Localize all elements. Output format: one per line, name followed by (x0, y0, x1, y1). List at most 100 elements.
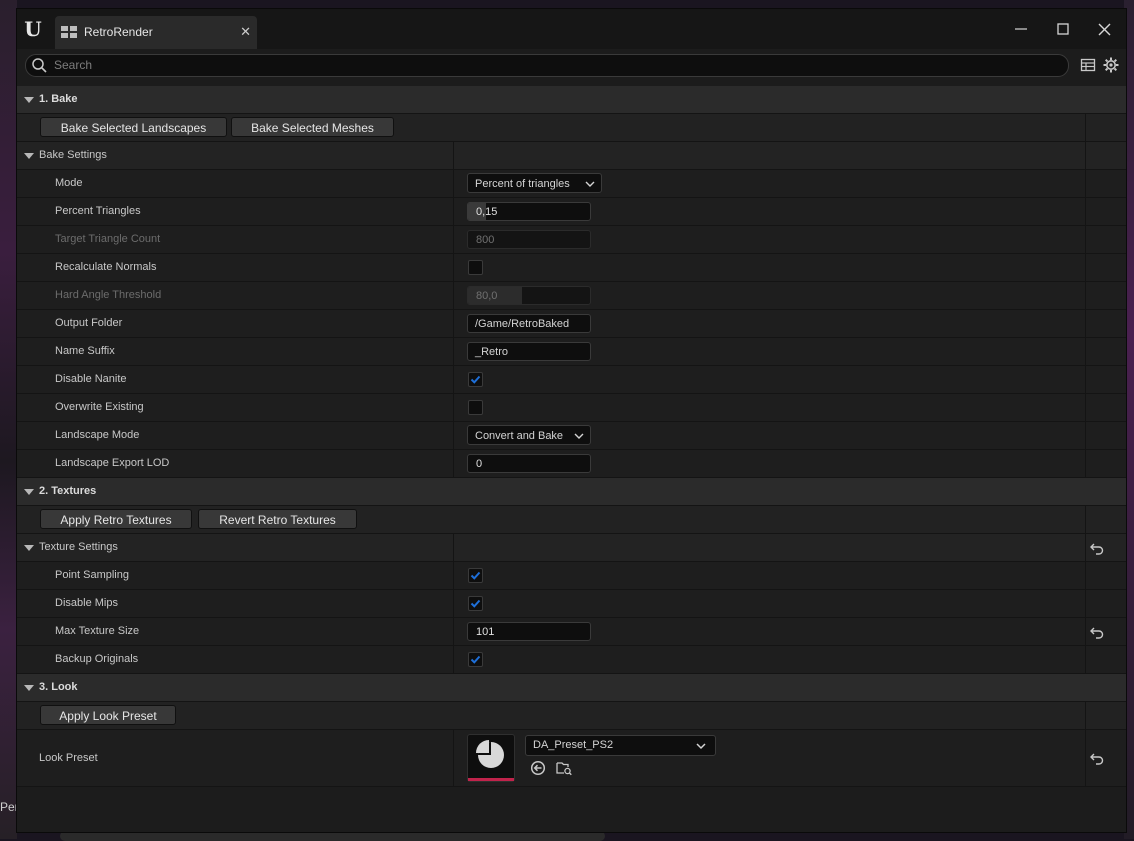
max-texture-size-spinbox[interactable]: 101 (467, 622, 591, 641)
spinbox-value: 0 (476, 458, 483, 470)
column-divider (453, 590, 454, 617)
revert-retro-textures-button[interactable]: Revert Retro Textures (198, 509, 357, 529)
data-asset-pie-icon (476, 740, 504, 768)
chevron-down-icon (585, 174, 595, 197)
column-divider (453, 226, 454, 253)
output-folder-field[interactable]: /Game/RetroBaked (467, 314, 591, 333)
checkmark-icon (470, 655, 481, 664)
column-divider (453, 254, 454, 281)
combo-value: DA_Preset_PS2 (533, 739, 614, 751)
close-tab-icon[interactable]: ✕ (240, 24, 251, 40)
expand-arrow-icon[interactable] (24, 545, 34, 551)
expand-arrow-icon[interactable] (24, 153, 34, 159)
browse-folder-icon[interactable] (556, 760, 572, 776)
panel-empty-area (17, 787, 1126, 832)
property-row-disable-nanite: Disable Nanite (17, 366, 1126, 394)
column-divider (453, 450, 454, 477)
close-window-icon[interactable] (1093, 19, 1115, 39)
column-divider (1085, 562, 1086, 589)
column-divider (453, 730, 454, 786)
category-textures[interactable]: 2. Textures (17, 478, 1126, 506)
column-divider (453, 562, 454, 589)
bake-selected-landscapes-button[interactable]: Bake Selected Landscapes (40, 117, 227, 137)
overwrite-existing-checkbox[interactable] (468, 400, 483, 415)
recalculate-normals-checkbox[interactable] (468, 260, 483, 275)
property-label: Backup Originals (55, 653, 139, 665)
title-bar[interactable]: U RetroRender ✕ (17, 9, 1126, 49)
property-row-hard-angle-threshold: Hard Angle Threshold 80,0 (17, 282, 1126, 310)
search-input[interactable] (54, 57, 1054, 73)
checkmark-icon (470, 599, 481, 608)
category-look[interactable]: 3. Look (17, 674, 1126, 702)
column-divider (1085, 114, 1086, 141)
bake-selected-meshes-button[interactable]: Bake Selected Meshes (231, 117, 394, 137)
column-divider (453, 394, 454, 421)
settings-gear-icon[interactable] (1103, 57, 1119, 73)
column-divider (1085, 254, 1086, 281)
column-divider (453, 310, 454, 337)
category-bake[interactable]: 1. Bake (17, 86, 1126, 114)
search-box[interactable] (25, 54, 1069, 77)
reset-to-default-icon[interactable] (1090, 751, 1104, 765)
tab-widget-icon (61, 26, 77, 38)
expand-arrow-icon[interactable] (24, 685, 34, 691)
category-label: 3. Look (39, 681, 78, 693)
percent-triangles-spinbox[interactable]: 0,15 (467, 202, 591, 221)
spinbox-value: 0,15 (476, 206, 498, 218)
point-sampling-checkbox[interactable] (468, 568, 483, 583)
property-row-mode: Mode Percent of triangles (17, 170, 1126, 198)
column-divider (1085, 730, 1086, 786)
property-row-max-texture-size: Max Texture Size 101 (17, 618, 1126, 646)
apply-retro-textures-button[interactable]: Apply Retro Textures (40, 509, 192, 529)
subcategory-label: Texture Settings (39, 541, 118, 553)
spinbox-value: 101 (476, 626, 495, 638)
expand-arrow-icon[interactable] (24, 489, 34, 495)
landscape-export-lod-spinbox[interactable]: 0 (467, 454, 591, 473)
expand-arrow-icon[interactable] (24, 97, 34, 103)
minimize-icon[interactable] (1010, 19, 1032, 39)
column-divider (1085, 506, 1086, 533)
property-row-backup-originals: Backup Originals (17, 646, 1126, 674)
disable-nanite-checkbox[interactable] (468, 372, 483, 387)
subcategory-bake-settings[interactable]: Bake Settings (17, 142, 1126, 170)
reset-to-default-icon[interactable] (1090, 541, 1104, 555)
column-divider (1085, 590, 1086, 617)
table-view-icon[interactable] (1080, 57, 1096, 73)
chevron-down-icon (574, 426, 584, 449)
mode-dropdown[interactable]: Percent of triangles (467, 173, 602, 193)
property-row-disable-mips: Disable Mips (17, 590, 1126, 618)
disable-mips-checkbox[interactable] (468, 596, 483, 611)
target-triangle-count-field: 800 (467, 230, 591, 249)
retrorender-window: U RetroRender ✕ Search 1. Bake Bake Sele… (16, 8, 1127, 833)
property-row-point-sampling: Point Sampling (17, 562, 1126, 590)
subcategory-texture-settings[interactable]: Texture Settings (17, 534, 1126, 562)
look-buttons-row: Apply Look Preset (17, 702, 1126, 730)
column-divider (453, 646, 454, 673)
column-divider (1085, 170, 1086, 197)
name-suffix-field[interactable]: _Retro (467, 342, 591, 361)
textures-buttons-row: Apply Retro Textures Revert Retro Textur… (17, 506, 1126, 534)
apply-look-preset-button[interactable]: Apply Look Preset (40, 705, 176, 725)
chevron-down-icon (696, 736, 706, 758)
reset-to-default-icon[interactable] (1090, 625, 1104, 639)
column-divider (453, 142, 454, 169)
unreal-logo-icon[interactable]: U (22, 17, 44, 41)
landscape-mode-dropdown[interactable]: Convert and Bake (467, 425, 591, 445)
property-label: Percent Triangles (55, 205, 141, 217)
column-divider (1085, 646, 1086, 673)
column-divider (1085, 702, 1086, 729)
column-divider (1085, 338, 1086, 365)
asset-thumbnail[interactable] (467, 734, 515, 782)
maximize-icon[interactable] (1052, 19, 1074, 39)
dropdown-value: Convert and Bake (475, 430, 564, 442)
column-divider (1085, 142, 1086, 169)
column-divider (453, 338, 454, 365)
property-row-overwrite-existing: Overwrite Existing (17, 394, 1126, 422)
look-preset-combo[interactable]: DA_Preset_PS2 (525, 735, 716, 756)
column-divider (453, 534, 454, 561)
column-divider (1085, 450, 1086, 477)
category-label: 2. Textures (39, 485, 97, 497)
backup-originals-checkbox[interactable] (468, 652, 483, 667)
tab-retrorender[interactable]: RetroRender ✕ (55, 16, 257, 49)
use-selected-asset-icon[interactable] (530, 760, 546, 776)
